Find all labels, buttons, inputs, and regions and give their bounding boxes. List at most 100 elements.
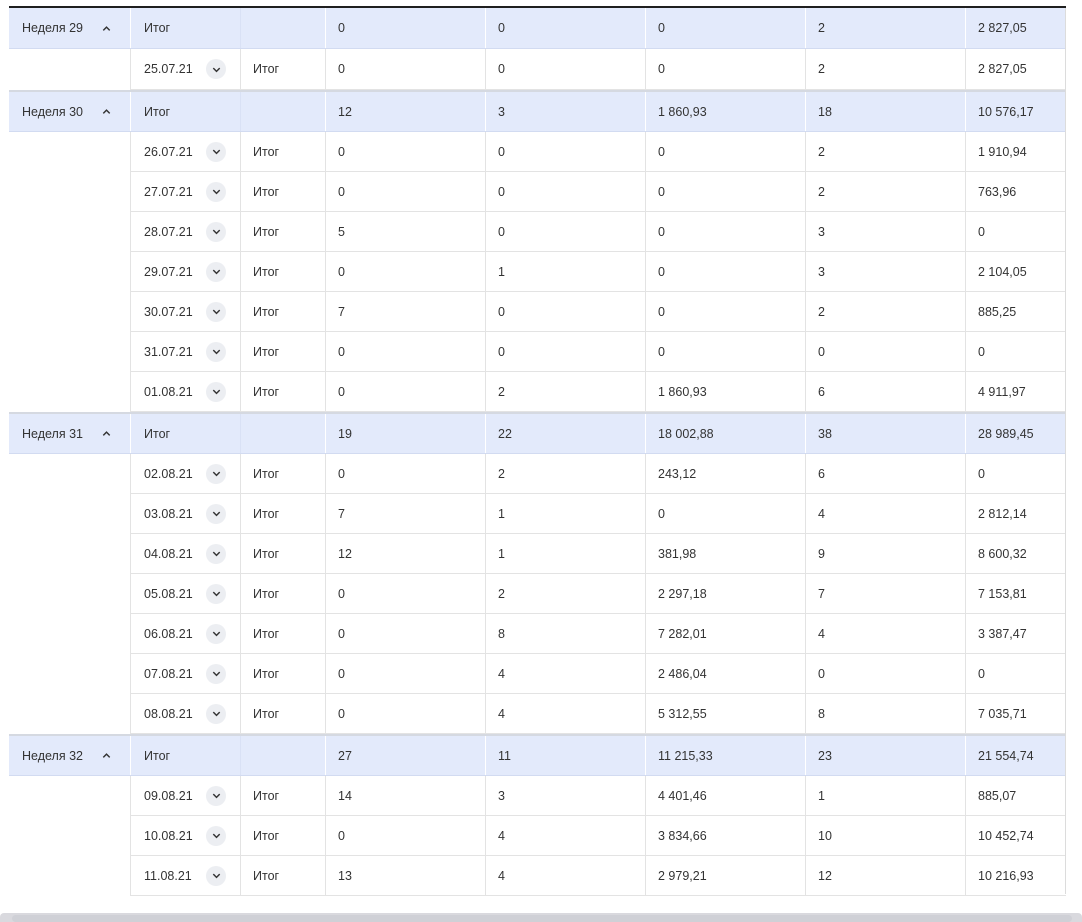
- day-value: 3 834,66: [658, 828, 707, 843]
- day-value: 1: [498, 506, 505, 521]
- day-value: 4: [498, 706, 505, 721]
- day-value: 4: [498, 868, 505, 883]
- expand-day-button[interactable]: [206, 703, 226, 724]
- day-row: 26.07.21 Итог 0 0 0 2 1 910,94: [9, 132, 1066, 172]
- day-row: 30.07.21 Итог 7 0 0 2 885,25: [9, 292, 1066, 332]
- horizontal-scrollbar-thumb[interactable]: [12, 915, 1072, 922]
- day-value: 5 312,55: [658, 706, 707, 721]
- expand-day-button[interactable]: [206, 825, 226, 846]
- week-total-value: 23: [818, 748, 832, 763]
- collapse-week-button[interactable]: [96, 18, 116, 38]
- day-value: 7: [338, 304, 345, 319]
- day-total-label: Итог: [253, 304, 280, 319]
- chevron-down-icon: [211, 830, 222, 841]
- week-total-label: Итог: [144, 748, 171, 763]
- collapse-week-button[interactable]: [96, 424, 116, 444]
- day-value: 0: [338, 144, 345, 159]
- expand-day-button[interactable]: [206, 623, 226, 644]
- expand-day-button[interactable]: [206, 261, 226, 282]
- day-row: 27.07.21 Итог 0 0 0 2 763,96: [9, 172, 1066, 212]
- day-value: 0: [338, 706, 345, 721]
- day-total-label: Итог: [253, 546, 280, 561]
- expand-day-button[interactable]: [206, 301, 226, 322]
- chevron-down-icon: [211, 508, 222, 519]
- expand-day-button[interactable]: [206, 341, 226, 362]
- chevron-down-icon: [211, 708, 222, 719]
- day-total-label: Итог: [253, 344, 280, 359]
- row-indent: [9, 534, 130, 574]
- day-date: 08.08.21: [144, 706, 193, 721]
- week-summary-row: Неделя 31 Итог 19 22 18 002,88 38 28 989,45: [9, 412, 1066, 454]
- chevron-down-icon: [211, 628, 222, 639]
- collapse-week-button[interactable]: [96, 746, 116, 766]
- week-total-value: 0: [498, 21, 505, 35]
- day-value: 1: [498, 546, 505, 561]
- week-total-value: 0: [338, 21, 345, 35]
- week-total-label: Итог: [144, 104, 171, 119]
- chevron-down-icon: [211, 346, 222, 357]
- chevron-down-icon: [211, 668, 222, 679]
- chevron-up-icon: [101, 428, 112, 439]
- day-total-label: Итог: [253, 62, 280, 76]
- expand-day-button[interactable]: [206, 463, 226, 484]
- expand-day-button[interactable]: [206, 503, 226, 524]
- day-value: 4: [818, 506, 825, 521]
- day-value: 9: [818, 546, 825, 561]
- chevron-down-icon: [211, 386, 222, 397]
- collapse-week-button[interactable]: [96, 102, 116, 122]
- expand-day-button[interactable]: [206, 785, 226, 806]
- day-date: 11.08.21: [144, 868, 192, 883]
- week-total-value: 1 860,93: [658, 104, 707, 119]
- day-value: 0: [498, 344, 505, 359]
- day-value: 0: [338, 184, 345, 199]
- day-value: 12: [818, 868, 832, 883]
- day-value: 14: [338, 788, 352, 803]
- week-total-value: 22: [498, 426, 512, 441]
- day-total-label: Итог: [253, 184, 280, 199]
- expand-day-button[interactable]: [206, 381, 226, 402]
- week-total-value: 11 215,33: [658, 748, 713, 763]
- chevron-up-icon: [101, 106, 112, 117]
- day-value: 0: [338, 466, 345, 481]
- day-value: 3: [818, 264, 825, 279]
- expand-day-button[interactable]: [206, 543, 226, 564]
- day-row: 05.08.21 Итог 0 2 2 297,18 7 7 153,81: [9, 574, 1066, 614]
- day-value: 0: [658, 144, 665, 159]
- day-value: 5: [338, 224, 345, 239]
- day-value: 2: [498, 586, 505, 601]
- day-value: 0: [498, 62, 505, 76]
- expand-day-button[interactable]: [206, 59, 226, 79]
- day-row: 08.08.21 Итог 0 4 5 312,55 8 7 035,71: [9, 694, 1066, 734]
- day-total-label: Итог: [253, 264, 280, 279]
- row-indent: [9, 49, 130, 90]
- row-indent: [9, 614, 130, 654]
- chevron-down-icon: [211, 186, 222, 197]
- row-indent: [9, 252, 130, 292]
- day-value: 4 401,46: [658, 788, 707, 803]
- expand-day-button[interactable]: [206, 865, 226, 886]
- expand-day-button[interactable]: [206, 583, 226, 604]
- expand-day-button[interactable]: [206, 663, 226, 684]
- day-value: 6: [818, 466, 825, 481]
- day-date: 04.08.21: [144, 546, 193, 561]
- day-row: 02.08.21 Итог 0 2 243,12 6 0: [9, 454, 1066, 494]
- day-value: 1: [498, 264, 505, 279]
- day-value: 0: [338, 264, 345, 279]
- day-value: 0: [498, 144, 505, 159]
- day-row: 10.08.21 Итог 0 4 3 834,66 10 10 452,74: [9, 816, 1066, 856]
- day-row: 01.08.21 Итог 0 2 1 860,93 6 4 911,97: [9, 372, 1066, 412]
- expand-day-button[interactable]: [206, 181, 226, 202]
- day-value: 3: [818, 224, 825, 239]
- day-total-label: Итог: [253, 706, 280, 721]
- expand-day-button[interactable]: [206, 221, 226, 242]
- day-row: 11.08.21 Итог 13 4 2 979,21 12 10 216,93: [9, 856, 1066, 896]
- expand-day-button[interactable]: [206, 141, 226, 162]
- day-value: 6: [818, 384, 825, 399]
- day-date: 25.07.21: [144, 62, 193, 76]
- day-date: 06.08.21: [144, 626, 193, 641]
- chevron-down-icon: [211, 226, 222, 237]
- day-value: 0: [498, 184, 505, 199]
- week-total-value: 18: [818, 104, 832, 119]
- row-indent: [9, 372, 130, 412]
- day-date: 09.08.21: [144, 788, 193, 803]
